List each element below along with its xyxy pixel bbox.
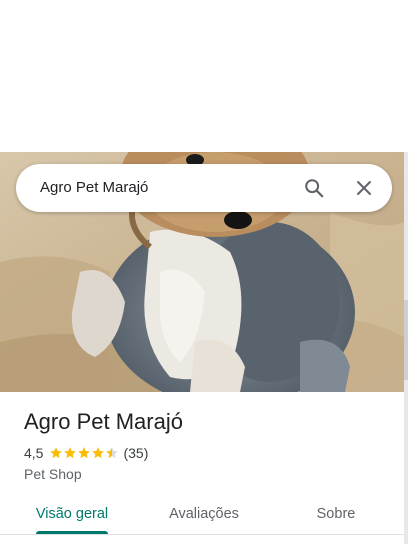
star-icon bbox=[64, 447, 77, 459]
scrollbar[interactable] bbox=[404, 152, 408, 544]
rating-value: 4,5 bbox=[24, 445, 44, 461]
blank-top-area bbox=[0, 0, 408, 152]
place-title: Agro Pet Marajó bbox=[24, 409, 183, 434]
place-info-panel: Agro Pet Marajó 4,5 (35) Pet Shop Visão … bbox=[0, 392, 404, 544]
search-icon bbox=[305, 179, 324, 198]
tab-reviews[interactable]: Avaliações bbox=[152, 494, 256, 538]
search-box[interactable]: Agro Pet Marajó bbox=[16, 164, 392, 212]
close-button[interactable] bbox=[340, 164, 388, 212]
search-input[interactable]: Agro Pet Marajó bbox=[40, 164, 148, 212]
search-button[interactable] bbox=[290, 164, 338, 212]
star-icon bbox=[92, 447, 105, 459]
tab-label: Sobre bbox=[316, 506, 356, 522]
tab-about[interactable]: Sobre bbox=[284, 494, 388, 538]
tab-label: Visão geral bbox=[35, 506, 109, 522]
close-icon bbox=[357, 181, 371, 195]
star-icon bbox=[78, 447, 91, 459]
rating-stars bbox=[49, 446, 119, 460]
star-icon bbox=[50, 447, 63, 459]
tabs-divider bbox=[0, 534, 404, 535]
rating-row[interactable]: 4,5 (35) bbox=[24, 445, 148, 461]
place-category[interactable]: Pet Shop bbox=[24, 466, 82, 482]
tab-label: Avaliações bbox=[169, 506, 239, 522]
scrollbar-thumb[interactable] bbox=[404, 300, 408, 380]
review-count[interactable]: (35) bbox=[123, 445, 148, 461]
star-icon bbox=[106, 447, 119, 459]
